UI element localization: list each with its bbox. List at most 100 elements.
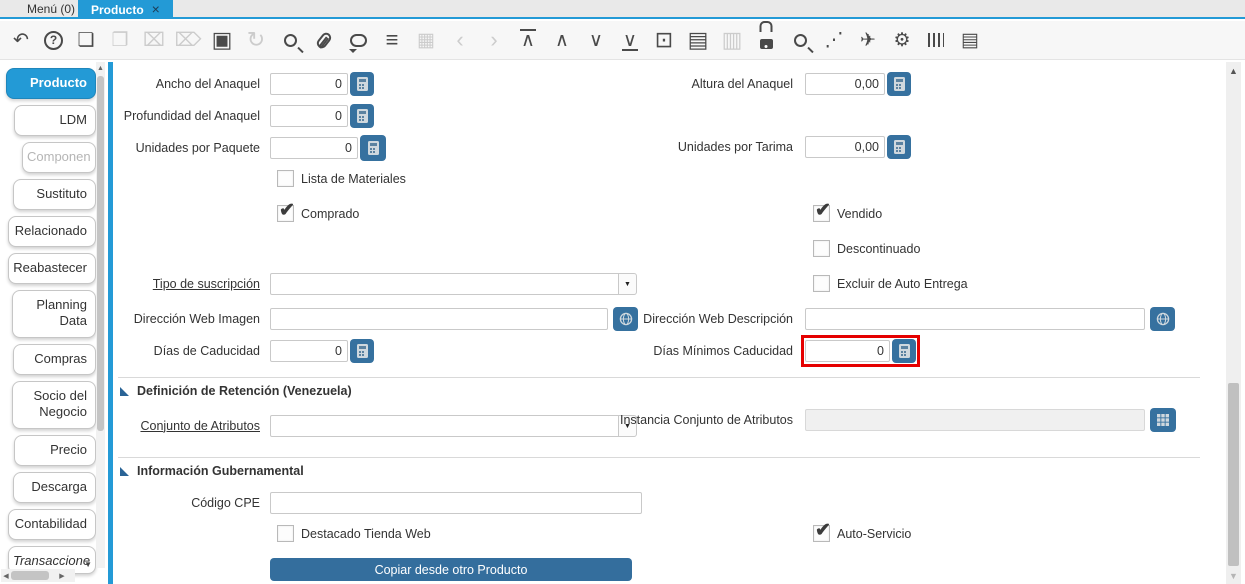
conjunto-atributos-input[interactable] — [270, 415, 619, 437]
grid-toggle-icon[interactable]: ≡ — [381, 28, 403, 52]
conjunto-atributos-label[interactable]: Conjunto de Atributos — [113, 419, 260, 434]
sidebar-horizontal-scrollbar[interactable]: ◀ ▶ — [1, 569, 75, 582]
calculator-icon — [357, 109, 368, 123]
new-record-icon[interactable]: ❏ — [75, 28, 97, 52]
checkbox-label: Excluir de Auto Entrega — [837, 277, 968, 291]
calendar-icon[interactable]: ▦ — [415, 28, 437, 52]
send-mail-icon[interactable]: ✈ — [857, 28, 879, 52]
section-header[interactable]: Definición de Retención (Venezuela) — [120, 384, 352, 398]
help-icon[interactable]: ? — [44, 31, 63, 50]
sidebar-tab-sustituto[interactable]: Sustituto — [13, 179, 96, 210]
sidebar-tab-producto[interactable]: Producto — [6, 68, 96, 99]
excluir-auto-entrega-checkbox[interactable] — [813, 275, 830, 292]
undo-icon[interactable]: ↶ — [10, 28, 32, 52]
copiar-desde-otro-producto-button[interactable]: Copiar desde otro Producto — [270, 558, 632, 581]
tab-overflow-icon[interactable]: ▼ — [84, 557, 92, 573]
tab-menu[interactable]: Menú (0) — [14, 0, 88, 19]
checkbox-label: Destacado Tienda Web — [301, 527, 431, 541]
direccion-web-imagen-input[interactable] — [270, 308, 608, 330]
sidebar-tab-contabilidad[interactable]: Contabilidad — [8, 509, 96, 540]
dropdown-button[interactable] — [619, 273, 637, 295]
scrollbar-thumb[interactable] — [97, 76, 104, 431]
altura-anaquel-input[interactable] — [805, 73, 885, 95]
copy-record-icon[interactable]: ❐ — [109, 28, 131, 52]
sidebar-tab-ldm[interactable]: LDM — [14, 105, 96, 136]
find-icon[interactable] — [279, 28, 301, 52]
lista-materiales-checkbox[interactable] — [277, 170, 294, 187]
destacado-tienda-web-checkbox[interactable] — [277, 525, 294, 542]
parent-next-icon[interactable]: › — [483, 28, 505, 52]
sidebar-tab-reabastecer[interactable]: Reabastecer — [8, 253, 96, 284]
record-select-button[interactable] — [1150, 408, 1176, 432]
sidebar-tab-precio[interactable]: Precio — [14, 435, 96, 466]
scroll-up-icon[interactable]: ▲ — [1226, 66, 1241, 76]
private-record-lock-icon[interactable] — [755, 28, 777, 52]
sidebar-tab-compras[interactable]: Compras — [13, 344, 96, 375]
previous-record-icon[interactable]: ∧ — [551, 28, 573, 52]
calculator-icon — [894, 140, 905, 154]
preferences-icon[interactable]: ⚙ — [891, 28, 913, 52]
close-tab-icon[interactable]: × — [152, 1, 160, 17]
first-record-icon[interactable]: ∧ — [517, 28, 539, 52]
parent-previous-icon[interactable]: ‹ — [449, 28, 471, 52]
ancho-anaquel-input[interactable] — [270, 73, 348, 95]
descontinuado-checkbox[interactable] — [813, 240, 830, 257]
calculator-button[interactable] — [360, 135, 386, 161]
main-vertical-scrollbar[interactable]: ▲ ▼ — [1226, 62, 1241, 584]
sidebar-tab-relacionado[interactable]: Relacionado — [8, 216, 96, 247]
chat-icon[interactable] — [347, 28, 369, 52]
direccion-web-descripcion-input[interactable] — [805, 308, 1145, 330]
zoom-across-icon[interactable] — [789, 28, 811, 52]
calculator-button[interactable] — [350, 72, 374, 96]
print-icon[interactable]: ▥ — [721, 28, 743, 52]
dias-caducidad-input[interactable] — [270, 340, 348, 362]
archive-icon[interactable]: ▤ — [687, 28, 709, 52]
comprado-checkbox[interactable] — [277, 205, 294, 222]
tipo-suscripcion-label[interactable]: Tipo de suscripción — [113, 277, 260, 292]
calculator-button[interactable] — [887, 72, 911, 96]
save-icon[interactable]: ▣ — [211, 28, 233, 52]
tipo-suscripcion-input[interactable] — [270, 273, 619, 295]
calculator-button[interactable] — [892, 339, 916, 363]
delete-selection-icon[interactable]: ⌦ — [177, 28, 199, 52]
dias-minimos-caducidad-input[interactable] — [805, 340, 890, 362]
scrollbar-thumb[interactable] — [1228, 383, 1239, 566]
sidebar-tab-planning-data[interactable]: Planning Data — [12, 290, 96, 338]
sidebar-tab-componentes[interactable]: Componen — [22, 142, 96, 173]
section-header[interactable]: Información Gubernamental — [120, 464, 304, 478]
calculator-button[interactable] — [350, 339, 374, 363]
calculator-button[interactable] — [887, 135, 911, 159]
scrollbar-thumb[interactable] — [11, 571, 49, 580]
sidebar-tab-descarga[interactable]: Descarga — [13, 472, 96, 503]
delete-record-icon[interactable]: ⌧ — [143, 28, 165, 52]
profundidad-anaquel-input[interactable] — [270, 105, 348, 127]
refresh-icon[interactable]: ↻ — [245, 28, 267, 52]
calculator-button[interactable] — [350, 104, 374, 128]
sidebar-vertical-scrollbar[interactable]: ▲ — [96, 62, 105, 568]
scroll-down-icon[interactable]: ▼ — [1226, 571, 1241, 581]
calculator-icon — [894, 77, 905, 91]
scroll-up-icon[interactable]: ▲ — [96, 65, 105, 72]
scroll-left-icon[interactable]: ◀ — [1, 572, 11, 580]
window-tabbar: Menú (0) Producto× — [0, 0, 1245, 19]
help-panel-icon[interactable]: ▤ — [959, 28, 981, 52]
product-info-icon[interactable] — [925, 28, 947, 52]
report-icon[interactable]: ⊡ — [653, 28, 675, 52]
web-url-button[interactable] — [1150, 307, 1175, 331]
codigo-cpe-input[interactable] — [270, 492, 642, 514]
last-record-icon[interactable]: ∨ — [619, 28, 641, 52]
field-row: Días de Caducidad — [113, 339, 374, 363]
auto-servicio-checkbox[interactable] — [813, 525, 830, 542]
attachment-icon[interactable] — [313, 28, 335, 52]
next-record-icon[interactable]: ∨ — [585, 28, 607, 52]
sidebar-tab-socio-del-negocio[interactable]: Socio del Negocio — [12, 381, 96, 429]
instancia-conjunto-atributos-input[interactable] — [805, 409, 1145, 431]
unidades-paquete-input[interactable] — [270, 137, 358, 159]
tab-producto[interactable]: Producto× — [78, 0, 173, 19]
unidades-tarima-input[interactable] — [805, 136, 885, 158]
scroll-right-icon[interactable]: ▶ — [57, 572, 67, 580]
field-row: Tipo de suscripción — [113, 273, 637, 295]
lista-materiales-row: Lista de Materiales — [277, 170, 406, 187]
vendido-checkbox[interactable] — [813, 205, 830, 222]
workflow-icon[interactable]: ⋰ — [823, 28, 845, 52]
